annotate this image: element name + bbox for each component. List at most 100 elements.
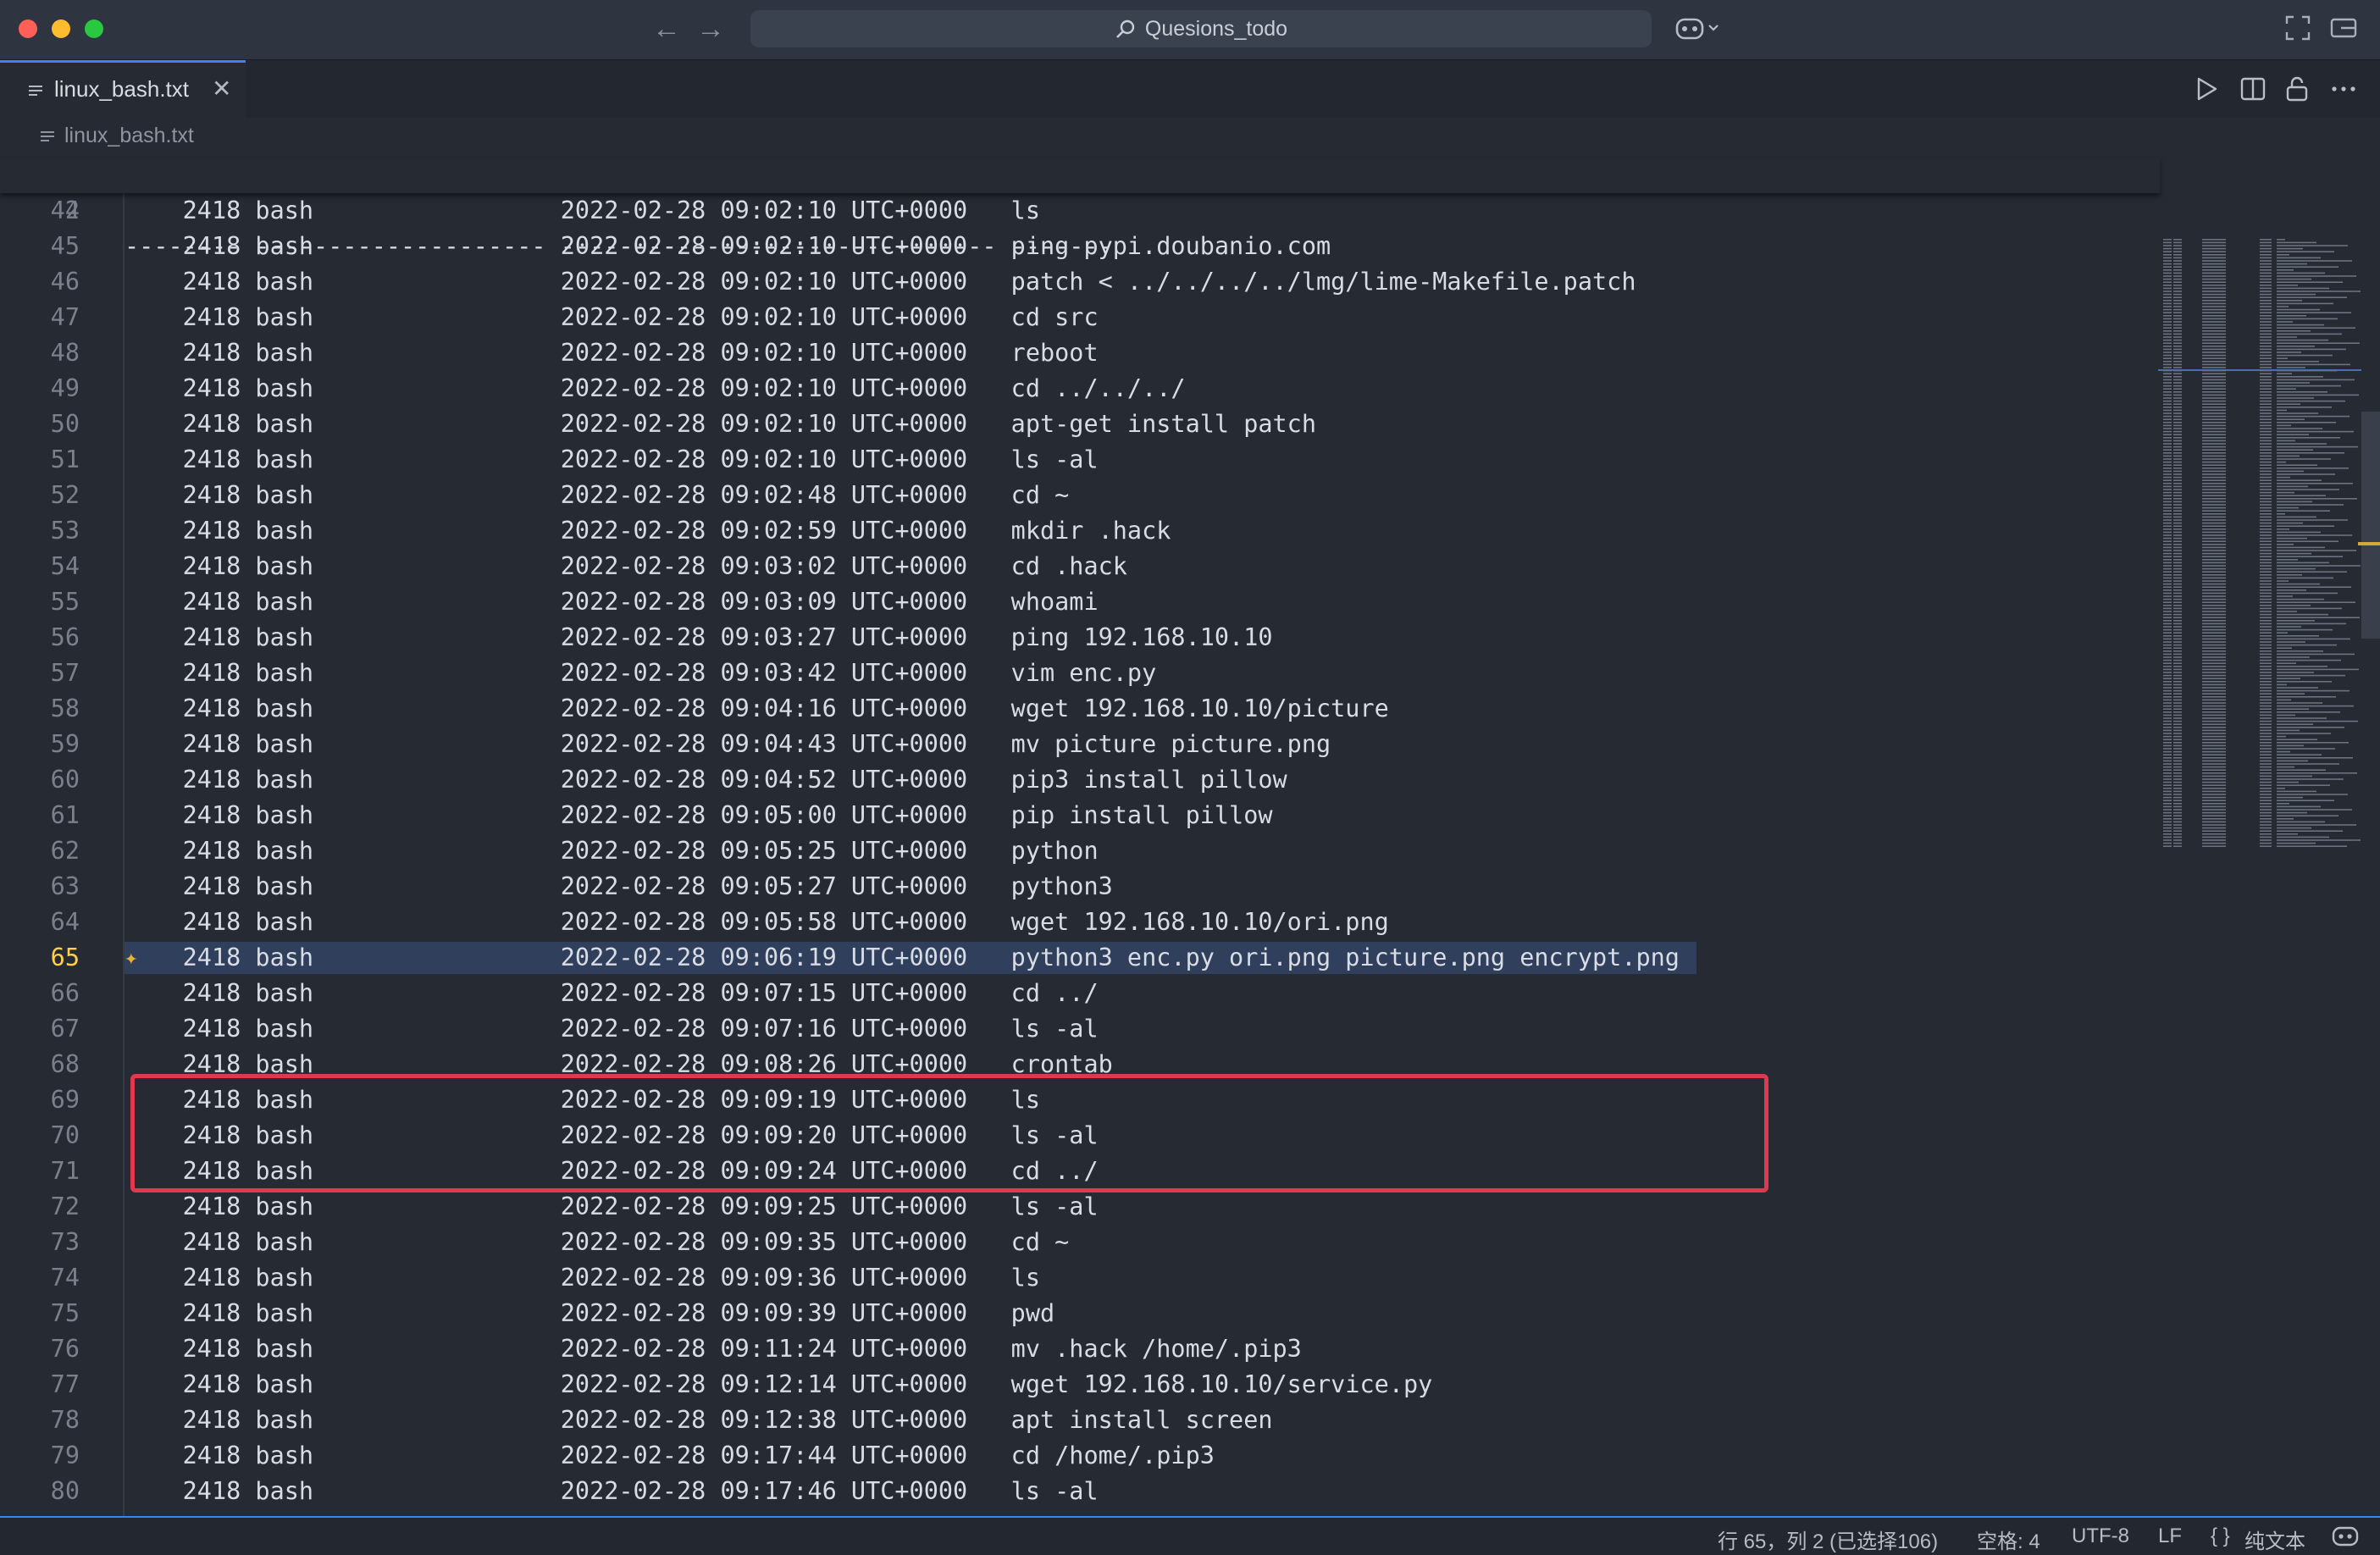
- code-line[interactable]: 48 2418 bash 2022-02-28 09:02:10 UTC+000…: [0, 335, 2160, 371]
- code-line[interactable]: 73 2418 bash 2022-02-28 09:09:35 UTC+000…: [0, 1225, 2160, 1260]
- close-icon[interactable]: ✕: [212, 75, 231, 102]
- minimap-stroke: [2277, 714, 2295, 717]
- minimap-stroke: [2277, 412, 2318, 414]
- minimap-stroke: [2163, 678, 2172, 679]
- cursor-position[interactable]: 行 65，列 2 (已选择106): [1718, 1525, 1938, 1554]
- tab-linux-bash[interactable]: linux_bash.txt ✕: [0, 60, 246, 118]
- minimap-stroke: [2202, 672, 2226, 673]
- forward-arrow-icon[interactable]: →: [696, 12, 725, 46]
- editor-area[interactable]: 2 -------- -------------------- --------…: [0, 158, 2380, 1516]
- code-line[interactable]: 55 2418 bash 2022-02-28 09:03:09 UTC+000…: [0, 584, 2160, 620]
- minimap-stroke: [2277, 251, 2334, 252]
- code-line[interactable]: 70 2418 bash 2022-02-28 09:09:20 UTC+000…: [0, 1118, 2160, 1154]
- minimap-stroke: [2173, 842, 2182, 844]
- minimap-stroke: [2260, 711, 2272, 713]
- line-number: 54: [50, 552, 80, 580]
- code-line[interactable]: 50 2418 bash 2022-02-28 09:02:10 UTC+000…: [0, 407, 2160, 442]
- minimap-stroke: [2173, 626, 2182, 628]
- code-line[interactable]: 78 2418 bash 2022-02-28 09:12:38 UTC+000…: [0, 1403, 2160, 1438]
- minimap-stroke: [2173, 583, 2182, 585]
- minimap-stroke: [2277, 434, 2309, 435]
- code-line[interactable]: 49 2418 bash 2022-02-28 09:02:10 UTC+000…: [0, 371, 2160, 407]
- code-line[interactable]: 44 2418 bash 2022-02-28 09:02:10 UTC+000…: [0, 193, 2160, 229]
- minimap-stroke: [2277, 479, 2322, 481]
- fullscreen-icon[interactable]: [2283, 14, 2312, 42]
- minimap-stroke: [2173, 672, 2182, 673]
- command-center-search[interactable]: Quesions_todo: [750, 10, 1652, 47]
- minimap-stroke: [2202, 336, 2226, 338]
- minimap-stroke: [2277, 455, 2300, 457]
- scrollbar-thumb[interactable]: [2361, 412, 2380, 639]
- code-line[interactable]: 62 2418 bash 2022-02-28 09:05:25 UTC+000…: [0, 833, 2160, 869]
- minimap-stroke: [2260, 635, 2272, 637]
- minimap-stroke: [2260, 735, 2272, 738]
- code-line[interactable]: 53 2418 bash 2022-02-28 09:02:59 UTC+000…: [0, 513, 2160, 549]
- minimap-stroke: [2163, 683, 2172, 686]
- sticky-scroll-line[interactable]: 2 -------- -------------------- --------…: [0, 158, 2160, 260]
- breadcrumb-file[interactable]: linux_bash.txt: [64, 124, 194, 148]
- code-line[interactable]: 66 2418 bash 2022-02-28 09:07:15 UTC+000…: [0, 976, 2160, 1011]
- code-line[interactable]: 77 2418 bash 2022-02-28 09:12:14 UTC+000…: [0, 1367, 2160, 1403]
- more-actions-icon[interactable]: [2329, 75, 2358, 102]
- encoding[interactable]: UTF-8: [2072, 1525, 2129, 1548]
- minimap-stroke: [2277, 382, 2310, 384]
- code-line[interactable]: 74 2418 bash 2022-02-28 09:09:36 UTC+000…: [0, 1260, 2160, 1296]
- code-line[interactable]: 54 2418 bash 2022-02-28 09:03:02 UTC+000…: [0, 549, 2160, 584]
- minimap-stroke: [2202, 522, 2226, 524]
- code-line[interactable]: 60 2418 bash 2022-02-28 09:04:52 UTC+000…: [0, 762, 2160, 798]
- code-line[interactable]: 75 2418 bash 2022-02-28 09:09:39 UTC+000…: [0, 1296, 2160, 1331]
- minimap-stroke: [2202, 803, 2226, 805]
- code-line[interactable]: 47 2418 bash 2022-02-28 09:02:10 UTC+000…: [0, 300, 2160, 335]
- copilot-status-icon[interactable]: [2331, 1525, 2360, 1548]
- code-line[interactable]: 63 2418 bash 2022-02-28 09:05:27 UTC+000…: [0, 869, 2160, 905]
- tab-label: linux_bash.txt: [54, 76, 189, 102]
- pin-window-icon[interactable]: [2329, 14, 2358, 42]
- code-line[interactable]: 57 2418 bash 2022-02-28 09:03:42 UTC+000…: [0, 656, 2160, 691]
- code-line[interactable]: 76 2418 bash 2022-02-28 09:11:24 UTC+000…: [0, 1331, 2160, 1367]
- language-mode[interactable]: 纯文本: [2244, 1525, 2305, 1554]
- minimap[interactable]: [2158, 158, 2361, 1516]
- indentation[interactable]: 空格: 4: [1977, 1525, 2040, 1554]
- code-line[interactable]: 68 2418 bash 2022-02-28 09:08:26 UTC+000…: [0, 1047, 2160, 1082]
- minimap-stroke: [2173, 461, 2182, 463]
- code-line[interactable]: 79 2418 bash 2022-02-28 09:17:44 UTC+000…: [0, 1438, 2160, 1474]
- code-line[interactable]: 61 2418 bash 2022-02-28 09:05:00 UTC+000…: [0, 798, 2160, 833]
- minimap-stroke: [2202, 506, 2226, 509]
- minimap-stroke: [2277, 613, 2328, 616]
- minimap-stroke: [2173, 757, 2182, 759]
- code-line[interactable]: 51 2418 bash 2022-02-28 09:02:10 UTC+000…: [0, 442, 2160, 478]
- code-line[interactable]: 65 ✦ 2418 bash 2022-02-28 09:06:19 UTC+00…: [0, 940, 2160, 976]
- end-of-line[interactable]: LF: [2158, 1525, 2182, 1548]
- minimap-stroke: [2277, 397, 2314, 399]
- window-close-button[interactable]: [19, 19, 37, 38]
- minimap-stroke: [2260, 415, 2272, 418]
- code-line[interactable]: 59 2418 bash 2022-02-28 09:04:43 UTC+000…: [0, 727, 2160, 762]
- code-line[interactable]: 67 2418 bash 2022-02-28 09:07:16 UTC+000…: [0, 1011, 2160, 1047]
- window-maximize-button[interactable]: [85, 19, 103, 38]
- code-line[interactable]: 69 2418 bash 2022-02-28 09:09:19 UTC+000…: [0, 1082, 2160, 1118]
- line-number: 52: [50, 481, 80, 509]
- minimap-stroke: [2277, 519, 2348, 521]
- code-line[interactable]: 71 2418 bash 2022-02-28 09:09:24 UTC+000…: [0, 1154, 2160, 1189]
- code-line[interactable]: 80 2418 bash 2022-02-28 09:17:46 UTC+000…: [0, 1474, 2160, 1509]
- code-line[interactable]: 56 2418 bash 2022-02-28 09:03:27 UTC+000…: [0, 620, 2160, 656]
- run-icon[interactable]: [2194, 75, 2219, 102]
- code-lines[interactable]: 44 2418 bash 2022-02-28 09:02:10 UTC+000…: [0, 193, 2160, 1509]
- code-line[interactable]: 72 2418 bash 2022-02-28 09:09:25 UTC+000…: [0, 1189, 2160, 1225]
- minimap-stroke: [2260, 567, 2272, 570]
- minimap-stroke: [2163, 251, 2172, 252]
- line-number: 67: [50, 1015, 80, 1043]
- code-line[interactable]: 58 2418 bash 2022-02-28 09:04:16 UTC+000…: [0, 691, 2160, 727]
- back-arrow-icon[interactable]: ←: [652, 12, 681, 46]
- minimap-stroke: [2173, 291, 2182, 292]
- code-line[interactable]: 46 2418 bash 2022-02-28 09:02:10 UTC+000…: [0, 264, 2160, 300]
- code-line[interactable]: 52 2418 bash 2022-02-28 09:02:48 UTC+000…: [0, 478, 2160, 513]
- minimap-stroke: [2202, 461, 2226, 463]
- code-line[interactable]: 64 2418 bash 2022-02-28 09:05:58 UTC+000…: [0, 905, 2160, 940]
- copilot-icon[interactable]: [1674, 14, 1724, 44]
- split-editor-icon[interactable]: [2239, 75, 2267, 102]
- minimap-stroke: [2202, 251, 2226, 252]
- window-minimize-button[interactable]: [52, 19, 70, 38]
- minimap-stroke: [2277, 775, 2312, 778]
- unlock-icon[interactable]: [2283, 75, 2311, 102]
